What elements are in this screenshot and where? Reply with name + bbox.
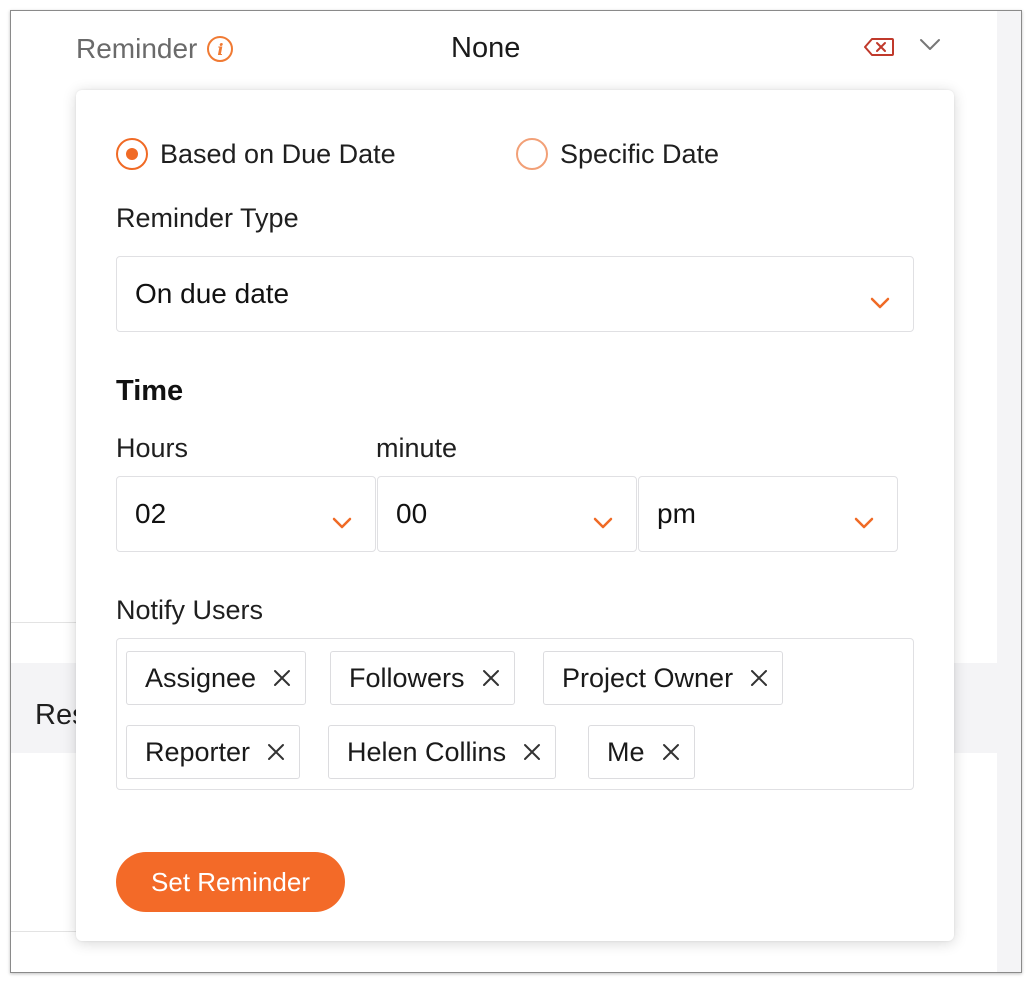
user-chip-reporter: Reporter [126,725,301,779]
chip-label: Followers [349,662,465,693]
radio-label: Specific Date [560,138,720,169]
close-icon[interactable] [749,668,769,688]
close-icon[interactable] [522,742,542,762]
reminder-type-select[interactable]: On due date [116,256,914,332]
reminder-panel: Res Reminder i None Based on Due Date Sp… [10,10,1022,973]
user-chip-me: Me [588,725,695,779]
chip-label: Helen Collins [347,736,507,767]
scrollbar-track[interactable] [997,11,1021,972]
chevron-down-icon[interactable] [919,38,941,57]
chevron-down-icon [331,505,353,537]
close-icon[interactable] [481,668,501,688]
reminder-label: Reminder [76,33,198,64]
minute-label: minute [376,433,458,463]
hours-label: Hours [116,433,189,463]
info-icon[interactable]: i [207,36,234,62]
chevron-down-icon [592,505,614,537]
radio-specific-date[interactable]: Specific Date [516,138,719,170]
radio-based-on-due-date[interactable]: Based on Due Date [116,138,396,170]
notify-users-label: Notify Users [116,595,264,625]
background-divider [11,931,81,932]
ampm-value: pm [657,498,696,529]
reminder-type-value: On due date [135,278,290,309]
radio-label: Based on Due Date [160,138,396,169]
chevron-down-icon [869,285,891,317]
clear-backspace-icon[interactable] [863,37,895,62]
reminder-popup: Based on Due Date Specific Date Reminder… [76,90,954,941]
chevron-down-icon [853,505,875,537]
radio-unchecked-icon[interactable] [516,138,548,170]
chip-label: Project Owner [562,662,734,693]
hours-select[interactable]: 02 [116,476,376,552]
close-icon[interactable] [272,668,292,688]
notify-users-field[interactable]: Assignee Followers Project Owner Reporte… [116,638,914,790]
radio-dot [126,148,138,160]
reminder-label-group: Reminder i [76,33,234,65]
user-chip-helen-collins: Helen Collins [328,725,557,779]
reminder-field-row: Reminder i None [11,11,1001,89]
user-chip-project-owner: Project Owner [543,651,784,705]
background-divider [11,622,81,623]
ampm-select[interactable]: pm [638,476,898,552]
user-chip-assignee: Assignee [126,651,307,705]
time-section-title: Time [116,375,184,407]
chip-label: Reporter [145,736,251,767]
radio-checked-icon[interactable] [116,138,148,170]
minute-select[interactable]: 00 [377,476,637,552]
hours-value: 02 [135,498,167,529]
reminder-value: None [451,32,521,64]
close-icon[interactable] [266,742,286,762]
set-reminder-button[interactable]: Set Reminder [116,852,345,912]
reminder-type-label: Reminder Type [116,203,299,233]
close-icon[interactable] [661,742,681,762]
chip-label: Me [607,736,645,767]
user-chip-followers: Followers [330,651,515,705]
chip-label: Assignee [145,662,257,693]
minute-value: 00 [396,498,428,529]
